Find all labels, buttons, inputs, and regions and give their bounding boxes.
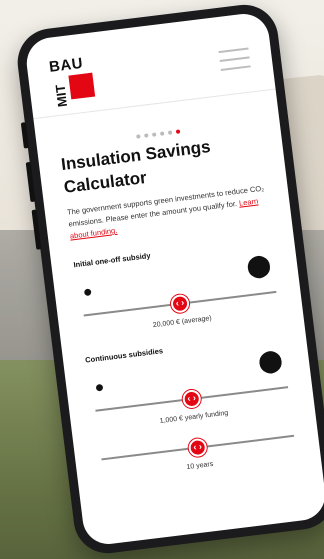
slider-handle[interactable]: [187, 437, 208, 458]
carousel-dot[interactable]: [144, 133, 149, 138]
carousel-dot[interactable]: [136, 134, 141, 139]
slider-handle[interactable]: [170, 293, 191, 314]
carousel-dot[interactable]: [159, 131, 165, 136]
carousel-dot[interactable]: [175, 129, 181, 134]
coin-stack-icon: ⬤: [256, 346, 285, 375]
phone-screen: BAU MIT Insulation Savings Calculator Th…: [23, 11, 324, 547]
carousel-dot[interactable]: [152, 132, 157, 137]
carousel-dot[interactable]: [167, 130, 173, 135]
coin-icon: ●: [93, 378, 106, 397]
menu-icon[interactable]: [218, 47, 251, 71]
coin-stack-icon: ⬤: [244, 251, 273, 280]
coin-icon: ●: [81, 283, 94, 302]
logo-text: BAU: [48, 54, 85, 76]
top-bar: BAU MIT: [23, 11, 276, 120]
logo-text-vertical: MIT: [52, 83, 71, 108]
baumit-logo[interactable]: BAU MIT: [48, 54, 97, 108]
calculator-card: Insulation Savings Calculator The govern…: [60, 129, 301, 482]
slider-handle[interactable]: [181, 388, 202, 410]
logo-red-square: [68, 72, 96, 100]
